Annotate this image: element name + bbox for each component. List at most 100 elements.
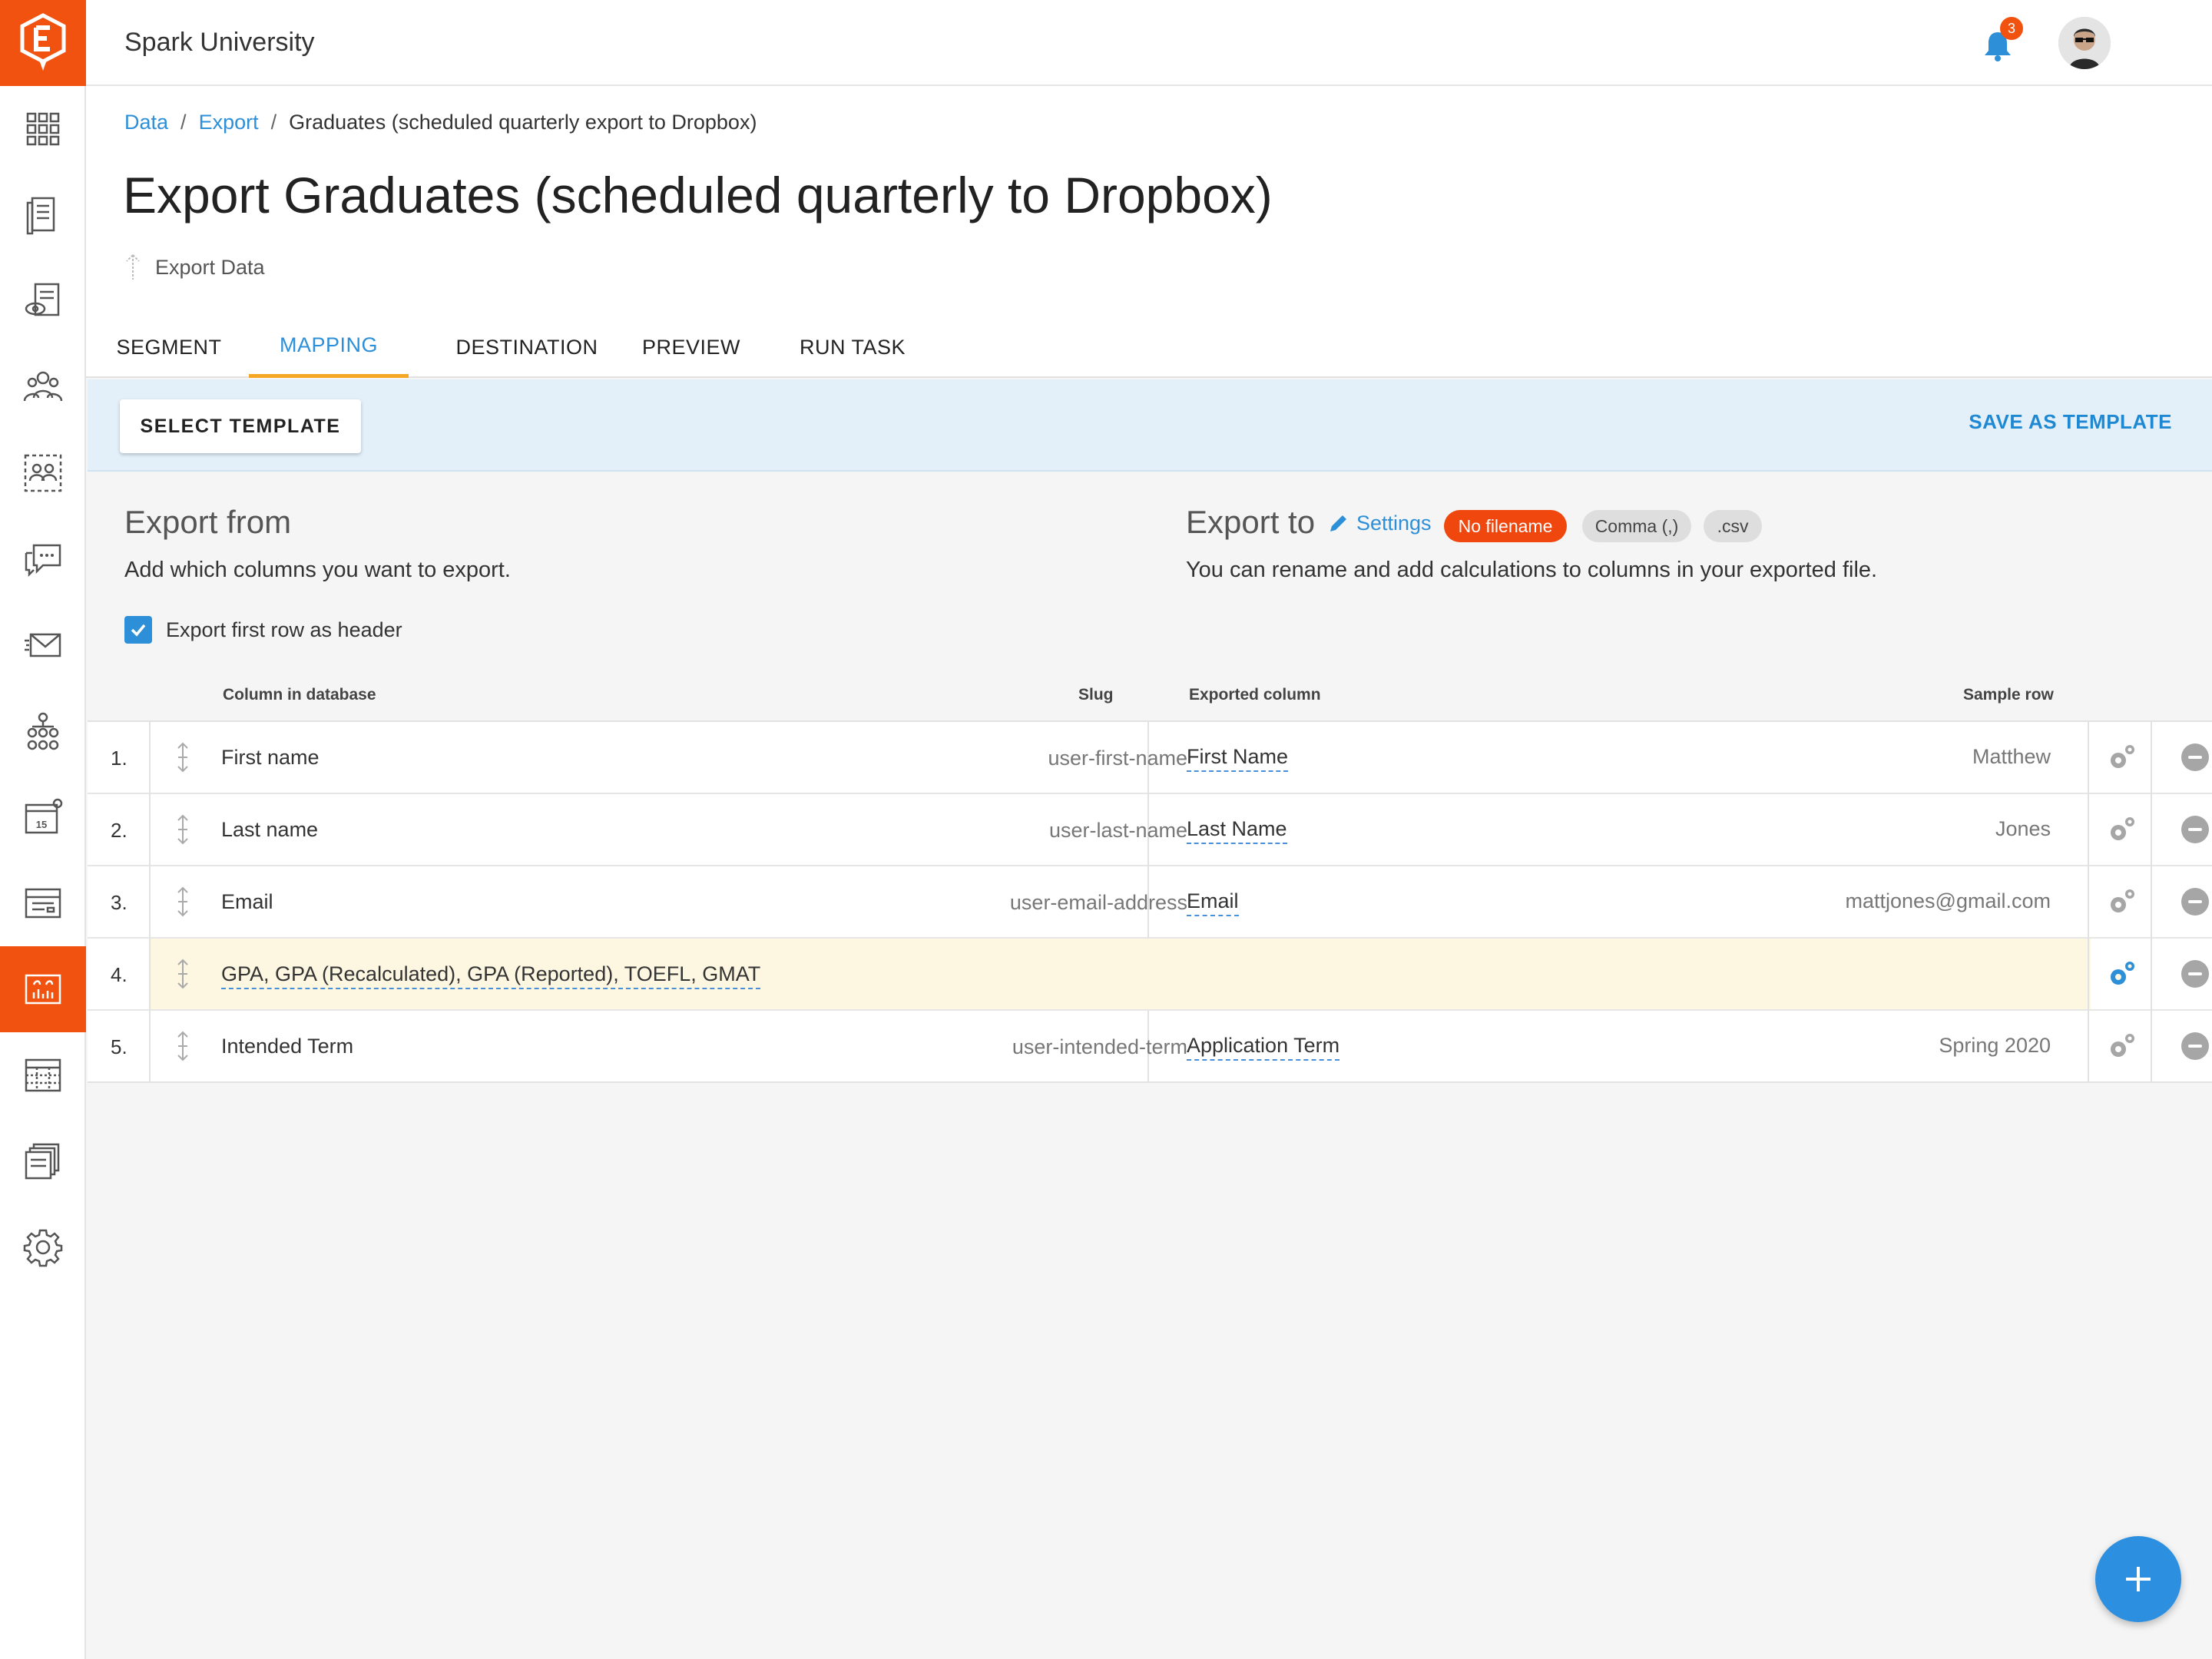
export-to-description: You can rename and add calculations to c… xyxy=(1186,558,1878,582)
exported-column-input[interactable]: Email xyxy=(1187,889,1239,916)
tabs: SEGMENT MAPPING DESTINATION PREVIEW RUN … xyxy=(86,316,2212,378)
remove-row-button[interactable] xyxy=(2181,960,2209,988)
sidebar-item-reviews[interactable] xyxy=(0,258,86,344)
sidebar-item-documents[interactable] xyxy=(0,1118,86,1204)
export-to-heading: Export to xyxy=(1186,504,1316,540)
sidebar-item-settings[interactable] xyxy=(0,1204,86,1290)
drag-handle-icon[interactable] xyxy=(174,813,192,846)
app-logo[interactable] xyxy=(0,0,86,86)
page-title: Export Graduates (scheduled quarterly to… xyxy=(123,167,1273,224)
export-settings-link[interactable]: Settings xyxy=(1327,512,1432,535)
calendar-icon: 15 xyxy=(25,798,63,834)
calculated-column[interactable]: GPA, GPA (Recalculated), GPA (Reported),… xyxy=(221,962,761,989)
slug-header: Slug xyxy=(1078,686,1114,704)
svg-text:15: 15 xyxy=(36,819,47,830)
remove-row-button[interactable] xyxy=(2181,888,2209,916)
database-column: Intended Term xyxy=(221,1035,354,1058)
column-settings-gear-icon[interactable] xyxy=(2106,814,2137,845)
sidebar-item-pages[interactable] xyxy=(0,860,86,946)
tab-mapping[interactable]: MAPPING xyxy=(249,316,409,378)
forms-icon xyxy=(26,197,55,235)
sidebar-item-forms[interactable] xyxy=(0,172,86,258)
column-slug: user-last-name xyxy=(1048,819,1187,842)
dashboard-grid-icon xyxy=(26,112,60,146)
export-header-checkbox-label: Export first row as header xyxy=(166,618,402,641)
export-from-heading: Export from xyxy=(124,504,292,540)
pencil-icon xyxy=(1330,515,1346,531)
column-slug: user-first-name xyxy=(1048,747,1187,770)
row-index: 1. xyxy=(111,747,127,770)
row-index: 4. xyxy=(111,963,127,986)
remove-row-button[interactable] xyxy=(2181,743,2209,771)
breadcrumb-separator: / xyxy=(180,111,187,134)
sidebar-item-data[interactable] xyxy=(0,946,86,1032)
breadcrumb: Data / Export / Graduates (scheduled qua… xyxy=(124,111,757,134)
sidebar-item-workflows[interactable] xyxy=(0,688,86,774)
reports-icon xyxy=(25,1058,61,1092)
people-icon xyxy=(23,371,63,402)
sample-value: Jones xyxy=(1995,817,2051,840)
sidebar-item-calendar[interactable]: 15 xyxy=(0,774,86,860)
tab-run-task[interactable]: RUN TASK xyxy=(794,316,911,378)
row-index: 5. xyxy=(111,1035,127,1058)
tab-destination[interactable]: DESTINATION xyxy=(444,316,610,378)
settings-icon xyxy=(23,1229,63,1267)
sidebar-item-messages[interactable] xyxy=(0,516,86,602)
file-format-pill[interactable]: .csv xyxy=(1704,510,1762,542)
exported-column-input[interactable]: First Name xyxy=(1187,745,1289,772)
sample-row-header: Sample row xyxy=(1963,686,2054,704)
user-avatar[interactable] xyxy=(2058,17,2111,69)
column-slug: user-email-address xyxy=(1009,891,1187,914)
plus-icon xyxy=(2126,1567,2151,1591)
drag-handle-icon[interactable] xyxy=(174,957,192,991)
database-column: First name xyxy=(221,746,320,769)
column-settings-gear-icon[interactable] xyxy=(2106,886,2137,917)
row-index: 2. xyxy=(111,819,127,842)
drag-handle-icon[interactable] xyxy=(174,740,192,774)
sidebar-item-reports[interactable] xyxy=(0,1032,86,1118)
top-bar: Spark University xyxy=(86,0,2212,86)
column-settings-gear-icon[interactable] xyxy=(2106,742,2137,773)
sidebar-item-email[interactable] xyxy=(0,602,86,688)
row-index: 3. xyxy=(111,891,127,914)
sidebar-item-people[interactable] xyxy=(0,344,86,430)
remove-row-button[interactable] xyxy=(2181,1032,2209,1060)
notifications-badge: 3 xyxy=(2000,17,2023,40)
breadcrumb-export-link[interactable]: Export xyxy=(199,111,259,134)
sample-value: mattjones@gmail.com xyxy=(1845,889,2051,912)
column-settings-gear-icon[interactable] xyxy=(2106,1031,2137,1061)
column-in-database-header: Column in database xyxy=(223,686,376,704)
tab-preview[interactable]: PREVIEW xyxy=(639,316,743,378)
sidebar-item-dashboard[interactable] xyxy=(0,86,86,172)
breadcrumb-data-link[interactable]: Data xyxy=(124,111,168,134)
exported-column-header: Exported column xyxy=(1189,686,1321,704)
reviews-icon xyxy=(25,283,60,316)
sample-value: Matthew xyxy=(1972,745,2051,768)
export-arrow-icon xyxy=(126,254,140,280)
export-header-checkbox-row: Export first row as header xyxy=(124,616,402,644)
export-header-checkbox[interactable] xyxy=(124,616,152,644)
avatar-image xyxy=(2058,17,2111,69)
select-template-button[interactable]: SELECT TEMPLATE xyxy=(120,399,361,453)
template-bar: SELECT TEMPLATE SAVE AS TEMPLATE xyxy=(88,379,2212,472)
drag-handle-icon[interactable] xyxy=(174,1029,192,1063)
column-slug: user-intended-term xyxy=(1012,1035,1187,1058)
sidebar-item-groups[interactable] xyxy=(0,430,86,516)
filename-pill[interactable]: No filename xyxy=(1444,510,1567,542)
column-settings-gear-icon[interactable] xyxy=(2106,959,2137,989)
exported-column-input[interactable]: Application Term xyxy=(1187,1034,1340,1061)
drag-handle-icon[interactable] xyxy=(174,885,192,919)
remove-row-button[interactable] xyxy=(2181,816,2209,843)
exported-column-input[interactable]: Last Name xyxy=(1187,817,1287,844)
delimiter-pill[interactable]: Comma (,) xyxy=(1582,510,1691,542)
table-row-highlighted: 4. GPA, GPA (Recalculated), GPA (Reporte… xyxy=(88,939,2212,1011)
breadcrumb-separator: / xyxy=(270,111,277,134)
checkmark-icon xyxy=(131,624,146,637)
page-subtitle: Export Data xyxy=(124,253,265,281)
data-icon xyxy=(25,974,61,1005)
save-as-template-button[interactable]: SAVE AS TEMPLATE xyxy=(1969,410,2172,434)
table-row: 3. Email user-email-address Email mattjo… xyxy=(88,866,2212,939)
sample-value: Spring 2020 xyxy=(1939,1034,2051,1057)
tab-segment[interactable]: SEGMENT xyxy=(117,316,222,378)
add-column-fab-button[interactable] xyxy=(2095,1536,2181,1622)
